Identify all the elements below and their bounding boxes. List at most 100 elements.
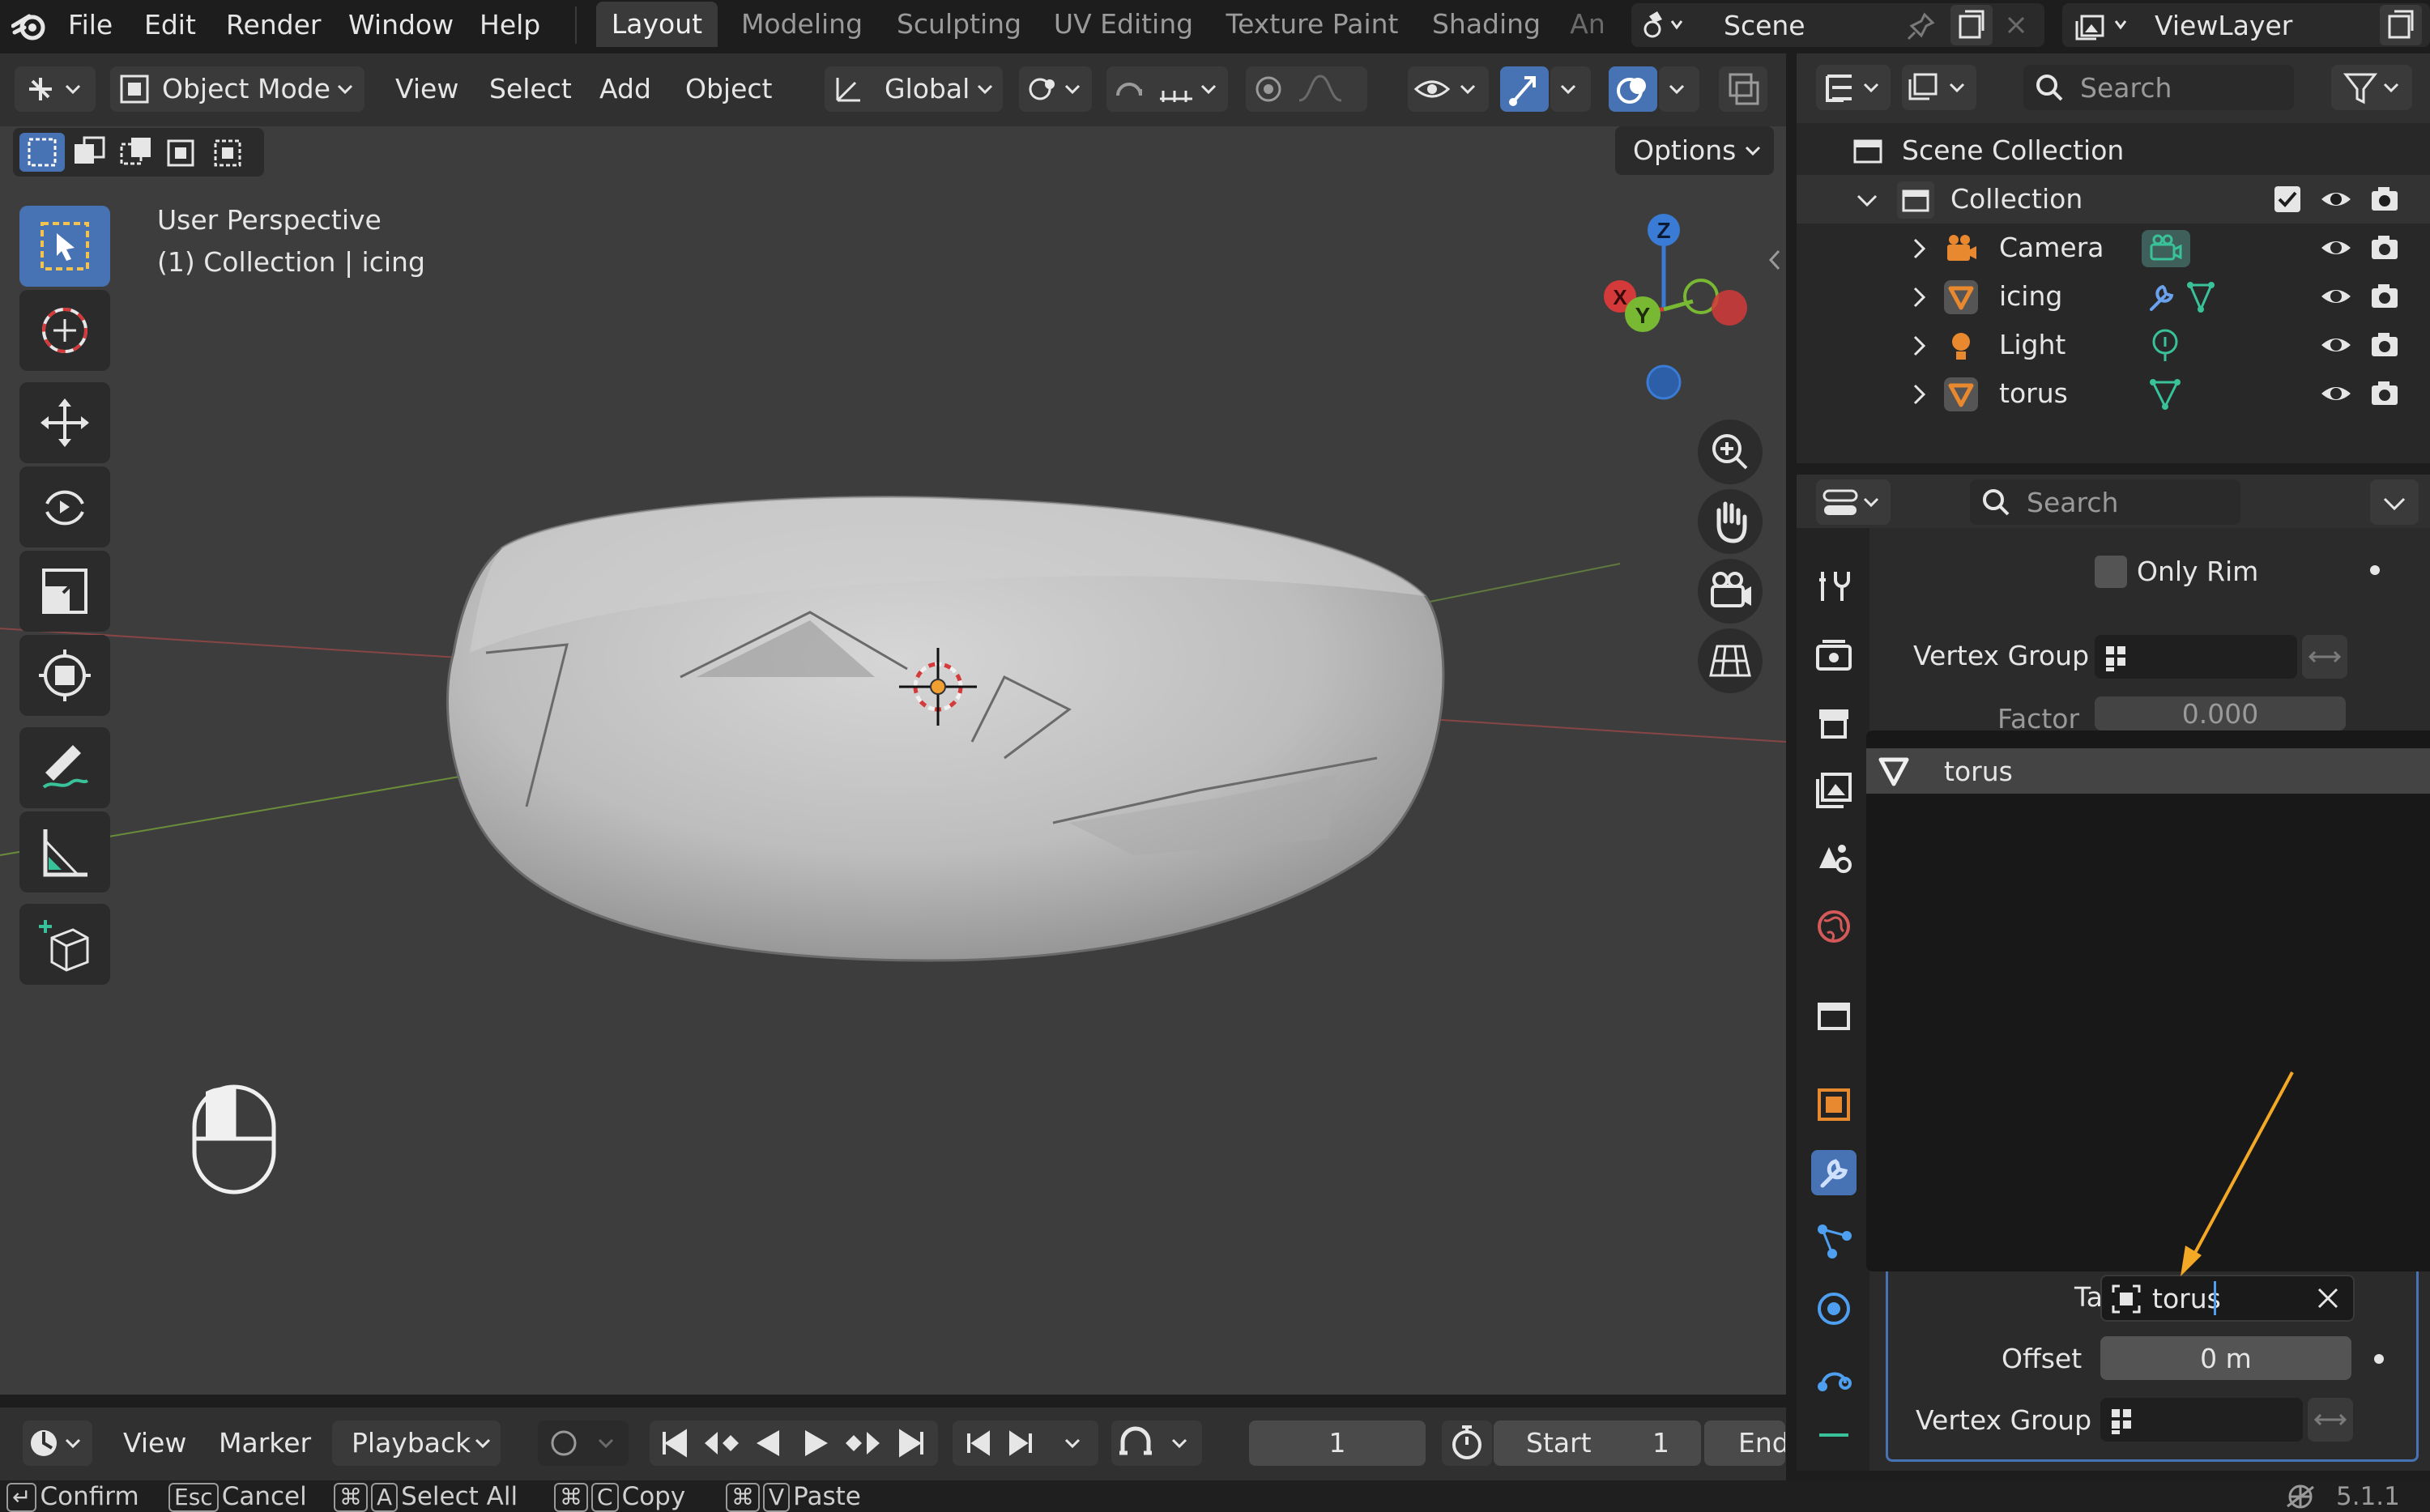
- timeline-menu-marker[interactable]: Marker: [219, 1427, 311, 1459]
- eye-icon[interactable]: [2320, 379, 2352, 408]
- viewport-menu-object[interactable]: Object: [685, 73, 772, 104]
- offset-field[interactable]: 0 m: [2100, 1336, 2351, 1380]
- clear-target-icon[interactable]: [2316, 1286, 2340, 1310]
- outliner-item-camera[interactable]: Camera: [1797, 224, 2430, 272]
- navigation-gizmo[interactable]: Z X Y: [1563, 206, 1786, 441]
- pivot-point-button[interactable]: [1019, 66, 1092, 112]
- snapping-button[interactable]: [1106, 66, 1228, 112]
- invert-vertex-group-icon[interactable]: [2302, 635, 2347, 679]
- eye-icon[interactable]: [2320, 330, 2352, 360]
- sidebar-toggle-icon[interactable]: [1764, 240, 1784, 280]
- camera-render-icon[interactable]: [2368, 377, 2401, 410]
- properties-search-input[interactable]: Search: [1970, 479, 2240, 525]
- invert-vertex-group-icon[interactable]: [2308, 1398, 2353, 1442]
- camera-render-icon[interactable]: [2368, 183, 2401, 215]
- xray-toggle-button[interactable]: [1719, 66, 1767, 112]
- menu-render[interactable]: Render: [226, 0, 321, 50]
- camera-render-icon[interactable]: [2368, 280, 2401, 313]
- constraints-tab-icon[interactable]: [1811, 1354, 1857, 1399]
- chevron-right-icon[interactable]: [1907, 236, 1931, 261]
- scene-collection-row[interactable]: Scene Collection: [1797, 126, 2430, 175]
- scale-tool[interactable]: [19, 551, 110, 632]
- gizmo-toggle-button[interactable]: [1500, 66, 1549, 112]
- dropdown-item-torus[interactable]: torus: [1866, 748, 2430, 794]
- transform-orientation-dropdown[interactable]: Global: [825, 66, 1003, 112]
- jump-start-icon[interactable]: [658, 1427, 690, 1459]
- move-tool[interactable]: [19, 382, 110, 463]
- output-tab-icon[interactable]: [1811, 700, 1857, 745]
- collection-tab-icon[interactable]: [1811, 993, 1857, 1038]
- editor-type-button[interactable]: [15, 66, 96, 112]
- chevron-down-icon[interactable]: [1063, 1435, 1082, 1451]
- display-mode-button[interactable]: [1902, 65, 1976, 110]
- overlays-dropdown-button[interactable]: [1659, 66, 1699, 112]
- transform-tool[interactable]: [19, 635, 110, 716]
- blender-logo-icon[interactable]: [11, 8, 47, 44]
- view-layer-tab-icon[interactable]: [1811, 768, 1857, 813]
- new-viewlayer-icon[interactable]: [2380, 5, 2422, 45]
- timeline-snap-button[interactable]: [1111, 1420, 1202, 1466]
- step-back-icon[interactable]: [961, 1427, 993, 1459]
- menu-file[interactable]: File: [68, 0, 113, 50]
- vertex-group-field-2[interactable]: [2100, 1398, 2303, 1442]
- collection-row[interactable]: Collection: [1797, 175, 2430, 224]
- eye-icon[interactable]: [2320, 185, 2352, 214]
- play-reverse-icon[interactable]: [752, 1427, 784, 1459]
- modifier-tab-icon[interactable]: [1811, 1150, 1857, 1195]
- physics-tab-icon[interactable]: [1811, 1286, 1857, 1331]
- annotate-tool[interactable]: [19, 727, 110, 808]
- start-frame-field[interactable]: Start 1: [1494, 1420, 1701, 1466]
- outliner-item-light[interactable]: Light: [1797, 321, 2430, 369]
- camera-view-icon[interactable]: [1698, 559, 1763, 624]
- world-tab-icon[interactable]: [1811, 904, 1857, 949]
- tab-texture-paint[interactable]: Texture Paint: [1215, 2, 1409, 47]
- select-box-tool[interactable]: [19, 206, 110, 287]
- current-frame-field[interactable]: 1: [1249, 1420, 1426, 1466]
- pin-icon[interactable]: [1907, 11, 1936, 40]
- tab-shading[interactable]: Shading: [1421, 2, 1552, 47]
- tab-layout[interactable]: Layout: [596, 2, 718, 47]
- mode-dropdown[interactable]: Object Mode: [110, 66, 364, 112]
- eye-icon[interactable]: [2320, 233, 2352, 262]
- keyframe-dot-icon[interactable]: [2370, 565, 2380, 575]
- viewlayer-selector[interactable]: ViewLayer: [2062, 3, 2430, 47]
- jump-keyframe-next-icon[interactable]: [842, 1427, 883, 1459]
- gizmo-dropdown-button[interactable]: [1550, 66, 1591, 112]
- proportional-edit-button[interactable]: [1246, 66, 1367, 112]
- viewport-menu-select[interactable]: Select: [489, 73, 572, 104]
- menu-window[interactable]: Window: [348, 0, 454, 50]
- end-frame-field[interactable]: End: [1704, 1420, 1785, 1466]
- jump-end-icon[interactable]: [896, 1427, 928, 1459]
- outliner-editor-type-button[interactable]: [1816, 65, 1891, 110]
- mesh-data-icon[interactable]: [2145, 374, 2218, 415]
- tab-uv-editing[interactable]: UV Editing: [1047, 2, 1200, 47]
- scene-selector[interactable]: Scene: [1631, 3, 2044, 47]
- tab-sculpting[interactable]: Sculpting: [886, 2, 1032, 47]
- menu-help[interactable]: Help: [480, 0, 540, 50]
- step-forward-icon[interactable]: [1006, 1427, 1038, 1459]
- perspective-grid-icon[interactable]: [1698, 628, 1763, 693]
- scene-tab-icon[interactable]: [1811, 836, 1857, 881]
- rotate-tool[interactable]: [19, 466, 110, 547]
- add-cube-tool[interactable]: [19, 904, 110, 985]
- measure-tool[interactable]: [19, 811, 110, 892]
- jump-keyframe-prev-icon[interactable]: [701, 1427, 742, 1459]
- checkbox-checked-icon[interactable]: [2274, 186, 2300, 212]
- menu-edit[interactable]: Edit: [144, 0, 196, 50]
- new-scene-icon[interactable]: [1950, 5, 1993, 45]
- light-data-icon[interactable]: [2145, 326, 2218, 366]
- timeline-menu-view[interactable]: View: [123, 1427, 186, 1459]
- delete-scene-icon[interactable]: [2004, 13, 2028, 37]
- eye-icon[interactable]: [2320, 282, 2352, 311]
- tab-animation[interactable]: An: [1563, 2, 1612, 47]
- filter-button[interactable]: [2331, 65, 2412, 110]
- camera-render-icon[interactable]: [2368, 232, 2401, 264]
- chevron-right-icon[interactable]: [1907, 382, 1931, 407]
- properties-options-button[interactable]: [2370, 479, 2419, 525]
- keyframe-dot-icon[interactable]: [2374, 1354, 2384, 1364]
- data-tab-icon[interactable]: [1811, 1419, 1857, 1451]
- vertex-group-field[interactable]: [2095, 635, 2297, 679]
- 3d-viewport[interactable]: Options User Perspective (1) Collection …: [0, 126, 1786, 1395]
- timeline-editor-type-button[interactable]: [23, 1420, 92, 1466]
- particles-tab-icon[interactable]: [1811, 1218, 1857, 1263]
